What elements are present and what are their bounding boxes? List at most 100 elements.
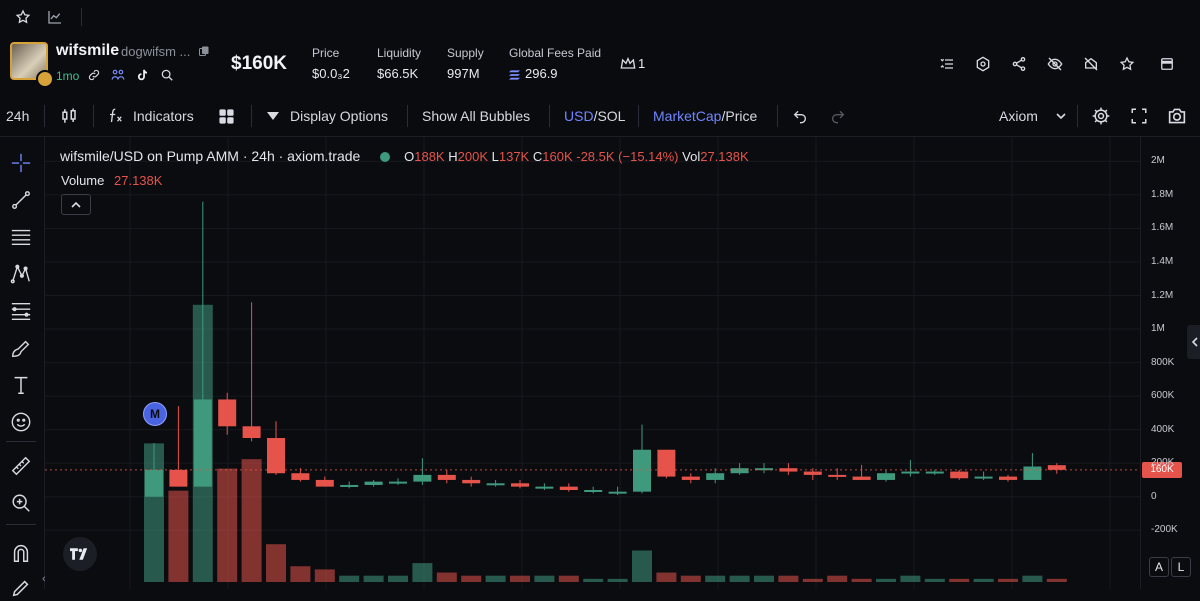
candle-body xyxy=(633,449,651,492)
magnet-icon[interactable] xyxy=(8,540,34,566)
chart-area[interactable]: wifsmile/USD on Pump AMM · 24h · axiom.t… xyxy=(45,137,1140,589)
community-icon[interactable] xyxy=(110,67,126,83)
drawing-toolbar: ‹ xyxy=(0,137,46,597)
text-icon[interactable] xyxy=(8,372,34,398)
legend-low-value: 137K xyxy=(498,149,530,164)
show-bubbles-button[interactable]: Show All Bubbles xyxy=(422,96,530,136)
source-select[interactable]: Axiom xyxy=(999,96,1038,136)
candle-body xyxy=(584,489,603,492)
legend-change: -28.5K (−15.14%) xyxy=(576,149,679,164)
y-tick-label: 800K xyxy=(1151,356,1175,368)
volume-bar xyxy=(827,575,848,582)
y-tick-label: 1M xyxy=(1151,323,1165,335)
legend-title: wifsmile/USD on Pump AMM · 24h · axiom.t… xyxy=(60,148,361,164)
volume-bar xyxy=(924,578,945,582)
y-tick-label: 2M xyxy=(1151,155,1165,167)
volume-bar xyxy=(388,575,408,582)
volume-value: 27.138K xyxy=(114,173,163,188)
fx-icon[interactable] xyxy=(106,106,126,126)
crosshair-icon[interactable] xyxy=(8,150,34,176)
tiktok-icon[interactable] xyxy=(134,67,150,83)
legend-high-label: H xyxy=(448,149,458,164)
caret-down-icon[interactable] xyxy=(266,110,280,122)
chart-line-icon[interactable] xyxy=(46,8,64,26)
legend-open-value: 188K xyxy=(414,149,445,164)
chevron-down-icon[interactable] xyxy=(1055,110,1067,122)
list-icon[interactable] xyxy=(938,55,956,73)
price-option[interactable]: Price xyxy=(725,108,757,124)
settings-icon[interactable] xyxy=(974,55,992,73)
price-chart[interactable] xyxy=(45,137,1140,589)
tradingview-logo-icon[interactable] xyxy=(63,537,97,571)
eye-off-icon[interactable] xyxy=(1046,55,1064,73)
emoji-icon[interactable] xyxy=(8,409,34,435)
copy-icon[interactable] xyxy=(197,44,211,58)
y-tick-label: 0 xyxy=(1151,490,1157,502)
marketcap-option[interactable]: MarketCap xyxy=(653,108,721,124)
redo-icon[interactable] xyxy=(829,107,847,125)
display-options-button[interactable]: Display Options xyxy=(290,96,388,136)
usd-option[interactable]: USD xyxy=(564,108,594,124)
candle-body xyxy=(340,484,359,487)
link-icon[interactable] xyxy=(86,67,102,83)
divider xyxy=(1077,105,1078,127)
auto-scale-button[interactable]: A xyxy=(1149,557,1169,577)
pattern-icon[interactable] xyxy=(8,261,34,287)
volume-bar xyxy=(168,490,189,582)
market-status-dot xyxy=(380,152,391,163)
brush-icon[interactable] xyxy=(8,335,34,361)
undo-icon[interactable] xyxy=(791,107,809,125)
volume-bar xyxy=(241,459,262,582)
fullscreen-icon[interactable] xyxy=(1128,105,1150,127)
pencil-icon[interactable] xyxy=(8,575,34,601)
candle-body xyxy=(950,471,969,479)
migration-marker[interactable]: M xyxy=(143,402,167,426)
price-axis[interactable]: 160K A L 2M 1.8M 1.6M 1.4M 1.2M 1M 800K 600K 400… xyxy=(1140,137,1200,589)
stat-global-fees: Global Fees Paid 296.9 xyxy=(509,46,601,81)
log-scale-button[interactable]: L xyxy=(1171,557,1191,577)
volume-bar xyxy=(729,575,750,582)
templates-icon[interactable] xyxy=(216,106,236,126)
share-icon[interactable] xyxy=(1010,55,1028,73)
candles-icon[interactable] xyxy=(58,107,80,125)
volume-bar xyxy=(1022,575,1043,582)
candle-body xyxy=(681,476,700,480)
volume-bar xyxy=(607,578,628,582)
camera-icon[interactable] xyxy=(1166,105,1188,127)
candle-body xyxy=(193,399,212,487)
favorite-star-icon[interactable] xyxy=(1118,55,1136,73)
candle-body xyxy=(803,471,822,475)
volume-bar xyxy=(851,578,872,582)
divider xyxy=(93,105,94,127)
legend-close-label: C xyxy=(532,149,543,164)
candle-body xyxy=(901,471,920,474)
horizontal-lines-icon[interactable] xyxy=(8,224,34,250)
chevron-up-icon xyxy=(71,201,81,208)
layout-icon[interactable] xyxy=(1158,55,1176,73)
fib-icon[interactable] xyxy=(8,298,34,324)
star-icon[interactable] xyxy=(14,8,32,26)
trend-line-icon[interactable] xyxy=(8,187,34,213)
ruler-icon[interactable] xyxy=(8,453,34,479)
candle-body xyxy=(511,483,529,487)
token-name: wifsmile xyxy=(56,42,120,59)
solana-icon xyxy=(509,68,520,83)
stat-value: 296.9 xyxy=(525,66,558,81)
hide-dev-icon[interactable] xyxy=(1082,55,1100,73)
crown-icon[interactable] xyxy=(619,56,637,72)
interval-button[interactable]: 24h xyxy=(6,96,29,136)
zoom-in-icon[interactable] xyxy=(8,490,34,516)
expand-panel-button[interactable] xyxy=(1187,325,1200,359)
volume-bar xyxy=(290,566,311,582)
sol-option[interactable]: SOL xyxy=(597,108,625,124)
metric-toggle[interactable]: MarketCap / Price xyxy=(653,96,757,136)
candle-body xyxy=(291,473,310,480)
indicators-button[interactable]: Indicators xyxy=(133,96,194,136)
candle-body xyxy=(877,473,895,480)
search-icon[interactable] xyxy=(159,67,175,83)
currency-toggle[interactable]: USD / SOL xyxy=(564,96,625,136)
collapse-legend-button[interactable] xyxy=(61,194,91,215)
candle-body xyxy=(535,486,554,489)
candle-body xyxy=(925,471,944,474)
chart-settings-icon[interactable] xyxy=(1090,105,1112,127)
